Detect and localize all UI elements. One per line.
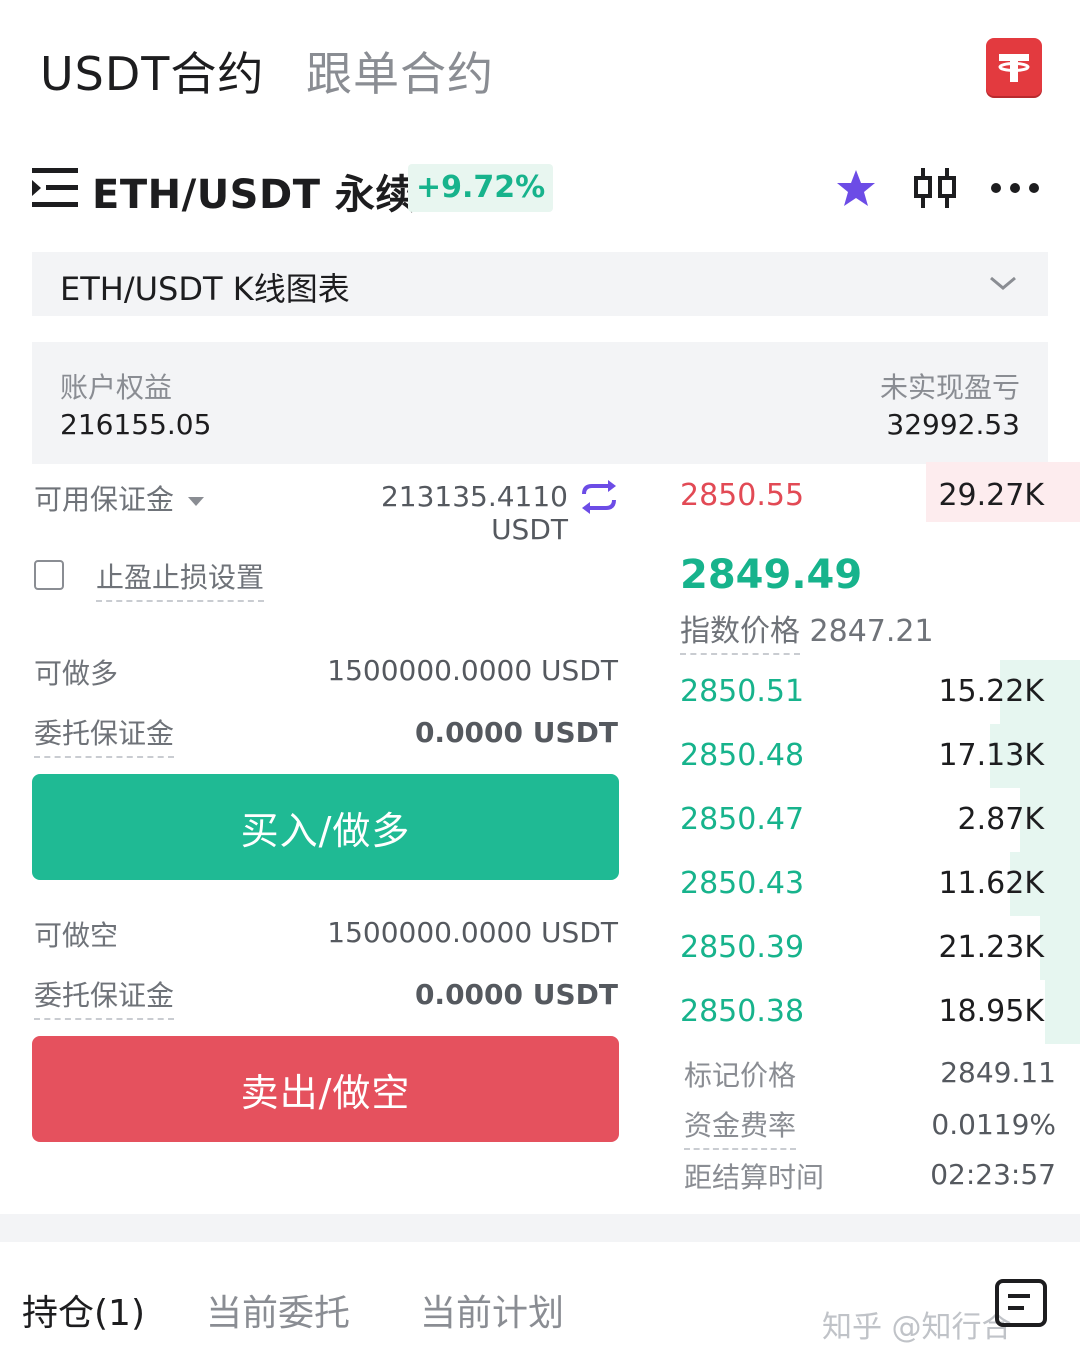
sell-short-button[interactable]: 卖出/做空 [32, 1036, 619, 1142]
account-summary-card: 账户权益 216155.05 未实现盈亏 32992.53 [32, 342, 1048, 464]
buy-long-button[interactable]: 买入/做多 [32, 774, 619, 880]
settlement-time-label: 距结算时间 [684, 1161, 825, 1194]
order-history-icon[interactable] [994, 1278, 1048, 1332]
chevron-down-icon [990, 276, 1016, 290]
bid-price[interactable]: 2850.38 [680, 994, 804, 1029]
available-margin-text: 可用保证金 [34, 483, 175, 516]
bid-depth-bar [1045, 980, 1080, 1044]
available-margin-label[interactable]: 可用保证金 [34, 478, 205, 518]
short-order-margin-label[interactable]: 委托保证金 [34, 974, 175, 1020]
tether-glyph-icon [998, 54, 1030, 82]
pair-title[interactable]: ETH/USDT 永续 [92, 162, 416, 220]
long-order-margin-value: 0.0000 USDT [414, 716, 618, 749]
short-order-margin-value: 0.0000 USDT [414, 978, 618, 1011]
tether-logo-icon[interactable] [986, 38, 1042, 96]
index-price-value: 2847.21 [809, 614, 934, 649]
bid-price[interactable]: 2850.39 [680, 930, 804, 965]
mark-price-value: 2849.11 [940, 1056, 1056, 1089]
settlement-time-value: 02:23:57 [930, 1158, 1056, 1191]
available-margin-value: 213135.4110 USDT [380, 480, 568, 546]
tab-plan-orders[interactable]: 当前计划 [420, 1284, 564, 1336]
long-order-margin-label[interactable]: 委托保证金 [34, 712, 175, 758]
last-price[interactable]: 2849.49 [680, 552, 862, 598]
candlestick-chart-icon[interactable] [912, 166, 958, 210]
unrealized-pnl-value: 32992.53 [886, 408, 1020, 441]
pair-menu-icon[interactable] [32, 166, 78, 210]
caret-down-icon [187, 497, 204, 506]
section-divider [0, 1214, 1080, 1242]
bid-size: 15.22K [938, 674, 1044, 709]
favorite-star-icon[interactable] [836, 168, 876, 208]
mark-price-label: 标记价格 [684, 1059, 797, 1092]
index-price-label: 指数价格 [680, 614, 800, 655]
funding-rate-label[interactable]: 资金费率 [684, 1104, 797, 1150]
account-equity-label: 账户权益 [60, 371, 173, 404]
bid-size: 21.23K [938, 930, 1044, 965]
ask-price[interactable]: 2850.55 [680, 478, 804, 513]
can-long-value: 1500000.0000 USDT [327, 654, 618, 687]
tab-usdt-contract[interactable]: USDT合约 [40, 38, 264, 104]
tab-copy-trading[interactable]: 跟单合约 [306, 38, 494, 104]
kline-chart-label: ETH/USDT K线图表 [60, 270, 350, 308]
transfer-icon[interactable] [578, 478, 620, 516]
account-equity-value: 216155.05 [60, 408, 212, 441]
can-long-label: 可做多 [34, 657, 119, 690]
can-short-label: 可做空 [34, 919, 119, 952]
bid-size: 18.95K [938, 994, 1044, 1029]
price-change-badge: +9.72% [408, 164, 554, 212]
kline-chart-dropdown[interactable]: ETH/USDT K线图表 [32, 252, 1048, 316]
more-options-icon[interactable] [990, 178, 1040, 198]
bid-price[interactable]: 2850.48 [680, 738, 804, 773]
bid-price[interactable]: 2850.43 [680, 866, 804, 901]
ask-size: 29.27K [938, 478, 1044, 513]
bid-size: 2.87K [957, 802, 1044, 837]
index-price: 指数价格 2847.21 [680, 606, 934, 655]
tab-positions[interactable]: 持仓(1) [22, 1284, 145, 1336]
bid-depth-bar [1040, 916, 1080, 980]
tp-sl-settings-label[interactable]: 止盈止损设置 [96, 556, 265, 602]
tab-open-orders[interactable]: 当前委托 [206, 1284, 350, 1336]
can-short-value: 1500000.0000 USDT [327, 916, 618, 949]
bid-price[interactable]: 2850.51 [680, 674, 804, 709]
bid-size: 11.62K [938, 866, 1044, 901]
funding-rate-value: 0.0119% [931, 1108, 1056, 1141]
bid-price[interactable]: 2850.47 [680, 802, 804, 837]
unrealized-pnl-label: 未实现盈亏 [879, 371, 1020, 404]
tp-sl-checkbox[interactable] [34, 560, 64, 590]
bid-size: 17.13K [938, 738, 1044, 773]
